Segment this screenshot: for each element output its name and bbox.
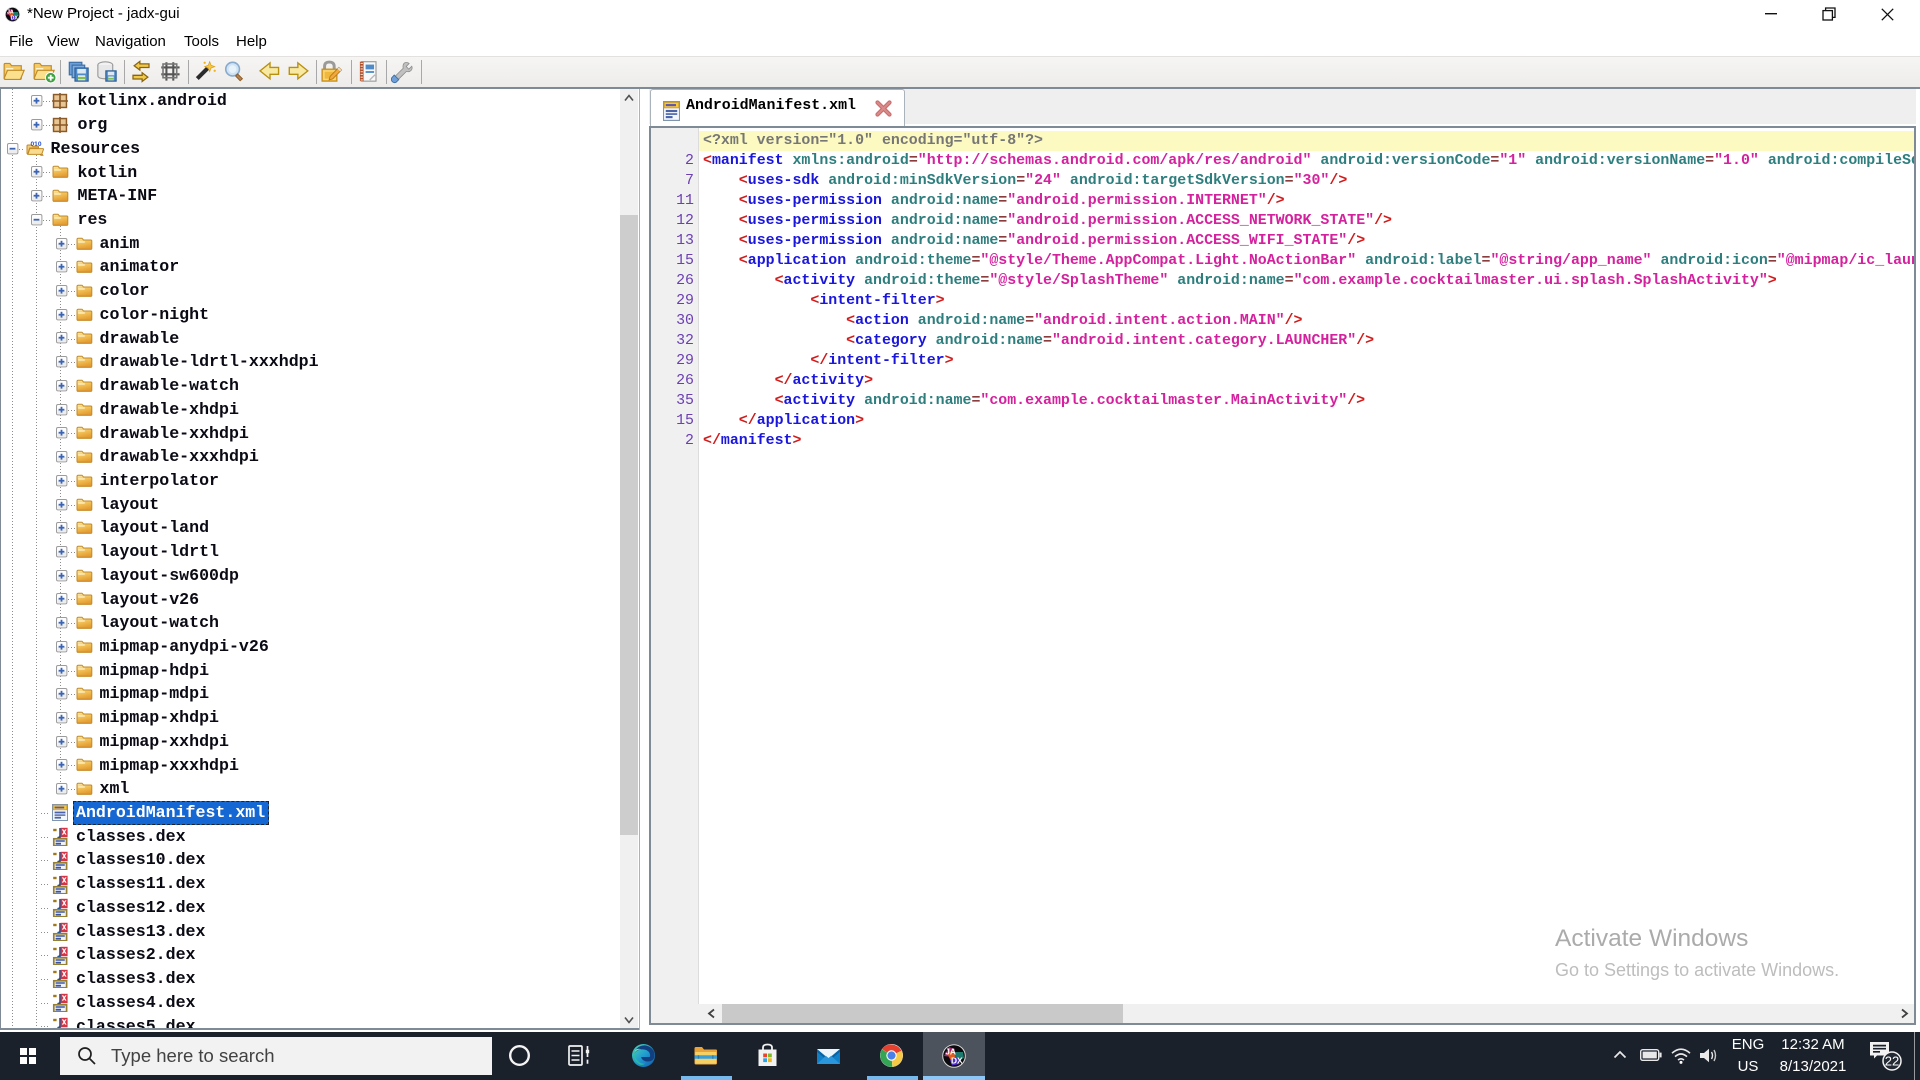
- svg-text:22: 22: [1885, 1054, 1899, 1069]
- svg-text:010: 010: [30, 141, 41, 148]
- svg-text:DX: DX: [11, 15, 19, 21]
